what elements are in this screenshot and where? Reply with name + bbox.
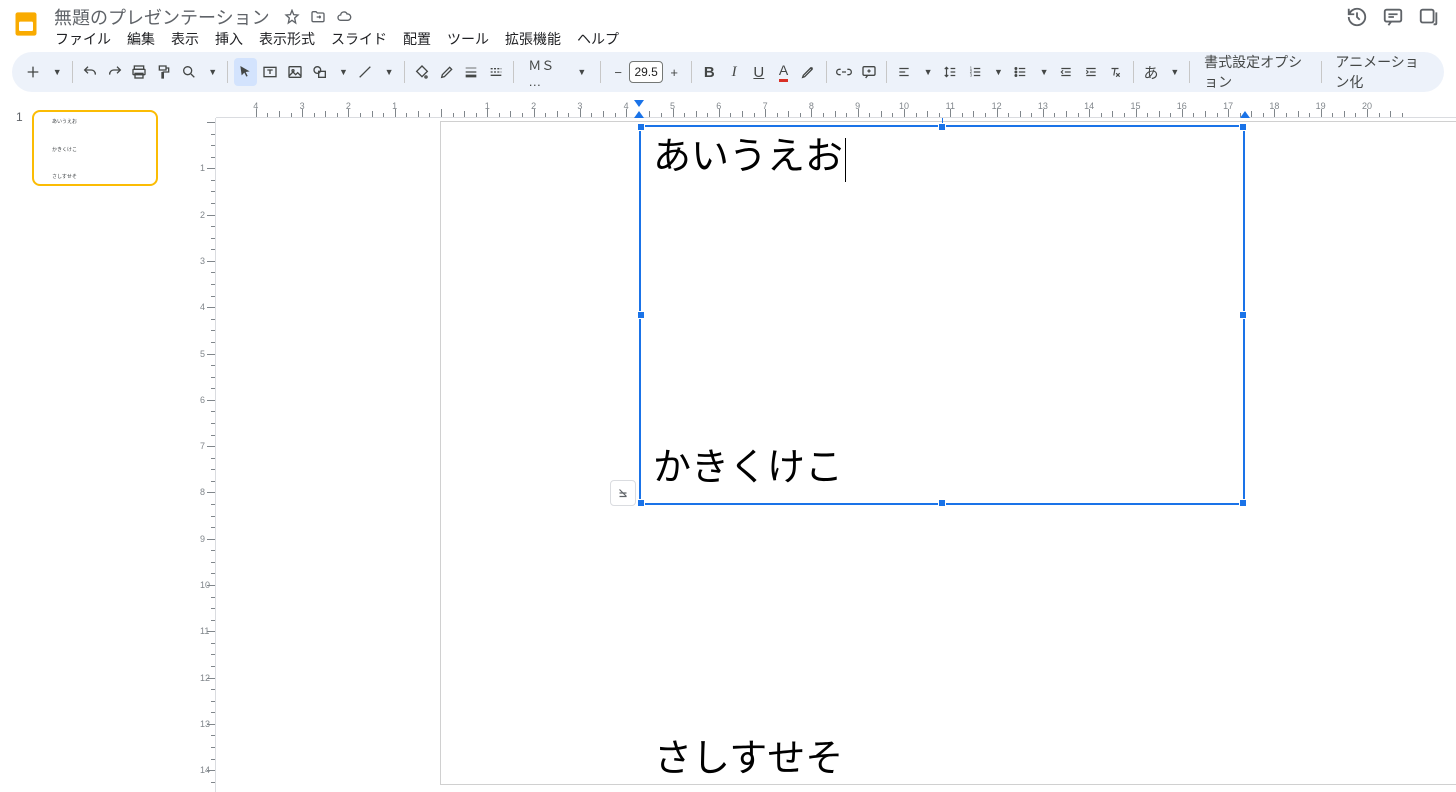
textbox-button[interactable]	[259, 58, 282, 86]
selected-textbox[interactable]: あいうえお かきくけこ	[639, 125, 1245, 505]
font-size-input[interactable]	[629, 61, 663, 83]
history-icon[interactable]	[1346, 6, 1368, 28]
print-button[interactable]	[128, 58, 151, 86]
redo-button[interactable]	[103, 58, 126, 86]
new-slide-dropdown[interactable]: ▼	[47, 67, 66, 77]
textbox-line-1[interactable]: あいうえお	[653, 133, 1231, 182]
zoom-dropdown[interactable]: ▼	[202, 67, 221, 77]
menu-bar: ファイル 編集 表示 挿入 表示形式 スライド 配置 ツール 拡張機能 ヘルプ	[48, 28, 1346, 50]
app-logo[interactable]	[8, 6, 44, 42]
insert-comment-button[interactable]	[857, 58, 880, 86]
menu-edit[interactable]: 編集	[120, 27, 162, 51]
bulleted-list-dropdown[interactable]: ▼	[1034, 67, 1053, 77]
cloud-status-icon[interactable]	[336, 9, 352, 25]
slide-thumbnail-panel: 1 あいうえお かきくけこ さしすせそ	[0, 100, 176, 792]
underline-button[interactable]: U	[747, 58, 770, 86]
decrease-indent-button[interactable]	[1055, 58, 1078, 86]
vertical-ruler[interactable]: 1234567891011121314	[198, 118, 216, 792]
line-dropdown[interactable]: ▼	[379, 67, 398, 77]
border-dash-button[interactable]	[485, 58, 508, 86]
toolbar: ▼ ▼ ▼ ▼ ＭＳ …▼ − + B I U A ▼ 123 ▼ ▼ あ ▼ …	[12, 52, 1444, 92]
italic-button[interactable]: I	[723, 58, 746, 86]
autofit-badge-icon[interactable]	[610, 480, 636, 506]
menu-tools[interactable]: ツール	[440, 27, 496, 51]
select-tool-button[interactable]	[234, 58, 257, 86]
menu-slide[interactable]: スライド	[324, 27, 394, 51]
zoom-button[interactable]	[177, 58, 200, 86]
star-icon[interactable]	[284, 9, 300, 25]
svg-text:3: 3	[969, 73, 972, 78]
paint-format-button[interactable]	[153, 58, 176, 86]
new-slide-button[interactable]	[22, 58, 45, 86]
clear-formatting-button[interactable]	[1104, 58, 1127, 86]
align-button[interactable]	[893, 58, 916, 86]
bold-button[interactable]: B	[698, 58, 721, 86]
border-color-button[interactable]	[435, 58, 458, 86]
font-size-decrease[interactable]: −	[607, 61, 629, 83]
align-dropdown[interactable]: ▼	[918, 67, 937, 77]
undo-button[interactable]	[78, 58, 101, 86]
text-color-button[interactable]: A	[772, 58, 795, 86]
plaintext-3[interactable]: さしすせそ	[654, 727, 843, 782]
thumbnail-number: 1	[16, 110, 26, 186]
font-size-increase[interactable]: +	[663, 61, 685, 83]
input-method-dropdown[interactable]: ▼	[1164, 67, 1183, 77]
fill-color-button[interactable]	[410, 58, 433, 86]
highlight-button[interactable]	[797, 58, 820, 86]
menu-view[interactable]: 表示	[164, 27, 206, 51]
move-folder-icon[interactable]	[310, 9, 326, 25]
comments-icon[interactable]	[1382, 6, 1404, 28]
horizontal-ruler[interactable]: 43211234567891011121314151617181920	[216, 100, 1456, 118]
menu-arrange[interactable]: 配置	[396, 27, 438, 51]
insert-link-button[interactable]	[833, 58, 856, 86]
menu-help[interactable]: ヘルプ	[570, 27, 626, 51]
font-name-label: ＭＳ …	[528, 55, 557, 89]
increase-indent-button[interactable]	[1079, 58, 1102, 86]
line-button[interactable]	[354, 58, 377, 86]
line-spacing-button[interactable]	[939, 58, 962, 86]
slide-thumbnail-1[interactable]: あいうえお かきくけこ さしすせそ	[32, 110, 158, 186]
border-weight-button[interactable]	[460, 58, 483, 86]
present-icon[interactable]	[1418, 6, 1440, 28]
image-button[interactable]	[283, 58, 306, 86]
bulleted-list-button[interactable]	[1009, 58, 1032, 86]
shape-dropdown[interactable]: ▼	[333, 67, 352, 77]
shape-button[interactable]	[308, 58, 331, 86]
menu-format[interactable]: 表示形式	[252, 27, 322, 51]
numbered-list-dropdown[interactable]: ▼	[988, 67, 1007, 77]
textbox-line-2[interactable]: かきくけこ	[653, 444, 843, 493]
animate-button[interactable]: アニメーション化	[1327, 52, 1434, 92]
font-family-selector[interactable]: ＭＳ …▼	[520, 55, 594, 89]
menu-file[interactable]: ファイル	[48, 27, 118, 51]
slide-canvas[interactable]: あいうえお かきくけこ さしすせそ	[441, 122, 1456, 784]
format-options-button[interactable]: 書式設定オプション	[1196, 52, 1314, 92]
menu-insert[interactable]: 挿入	[208, 27, 250, 51]
numbered-list-button[interactable]: 123	[963, 58, 986, 86]
input-method-button[interactable]: あ	[1140, 58, 1163, 86]
menu-extensions[interactable]: 拡張機能	[498, 27, 568, 51]
